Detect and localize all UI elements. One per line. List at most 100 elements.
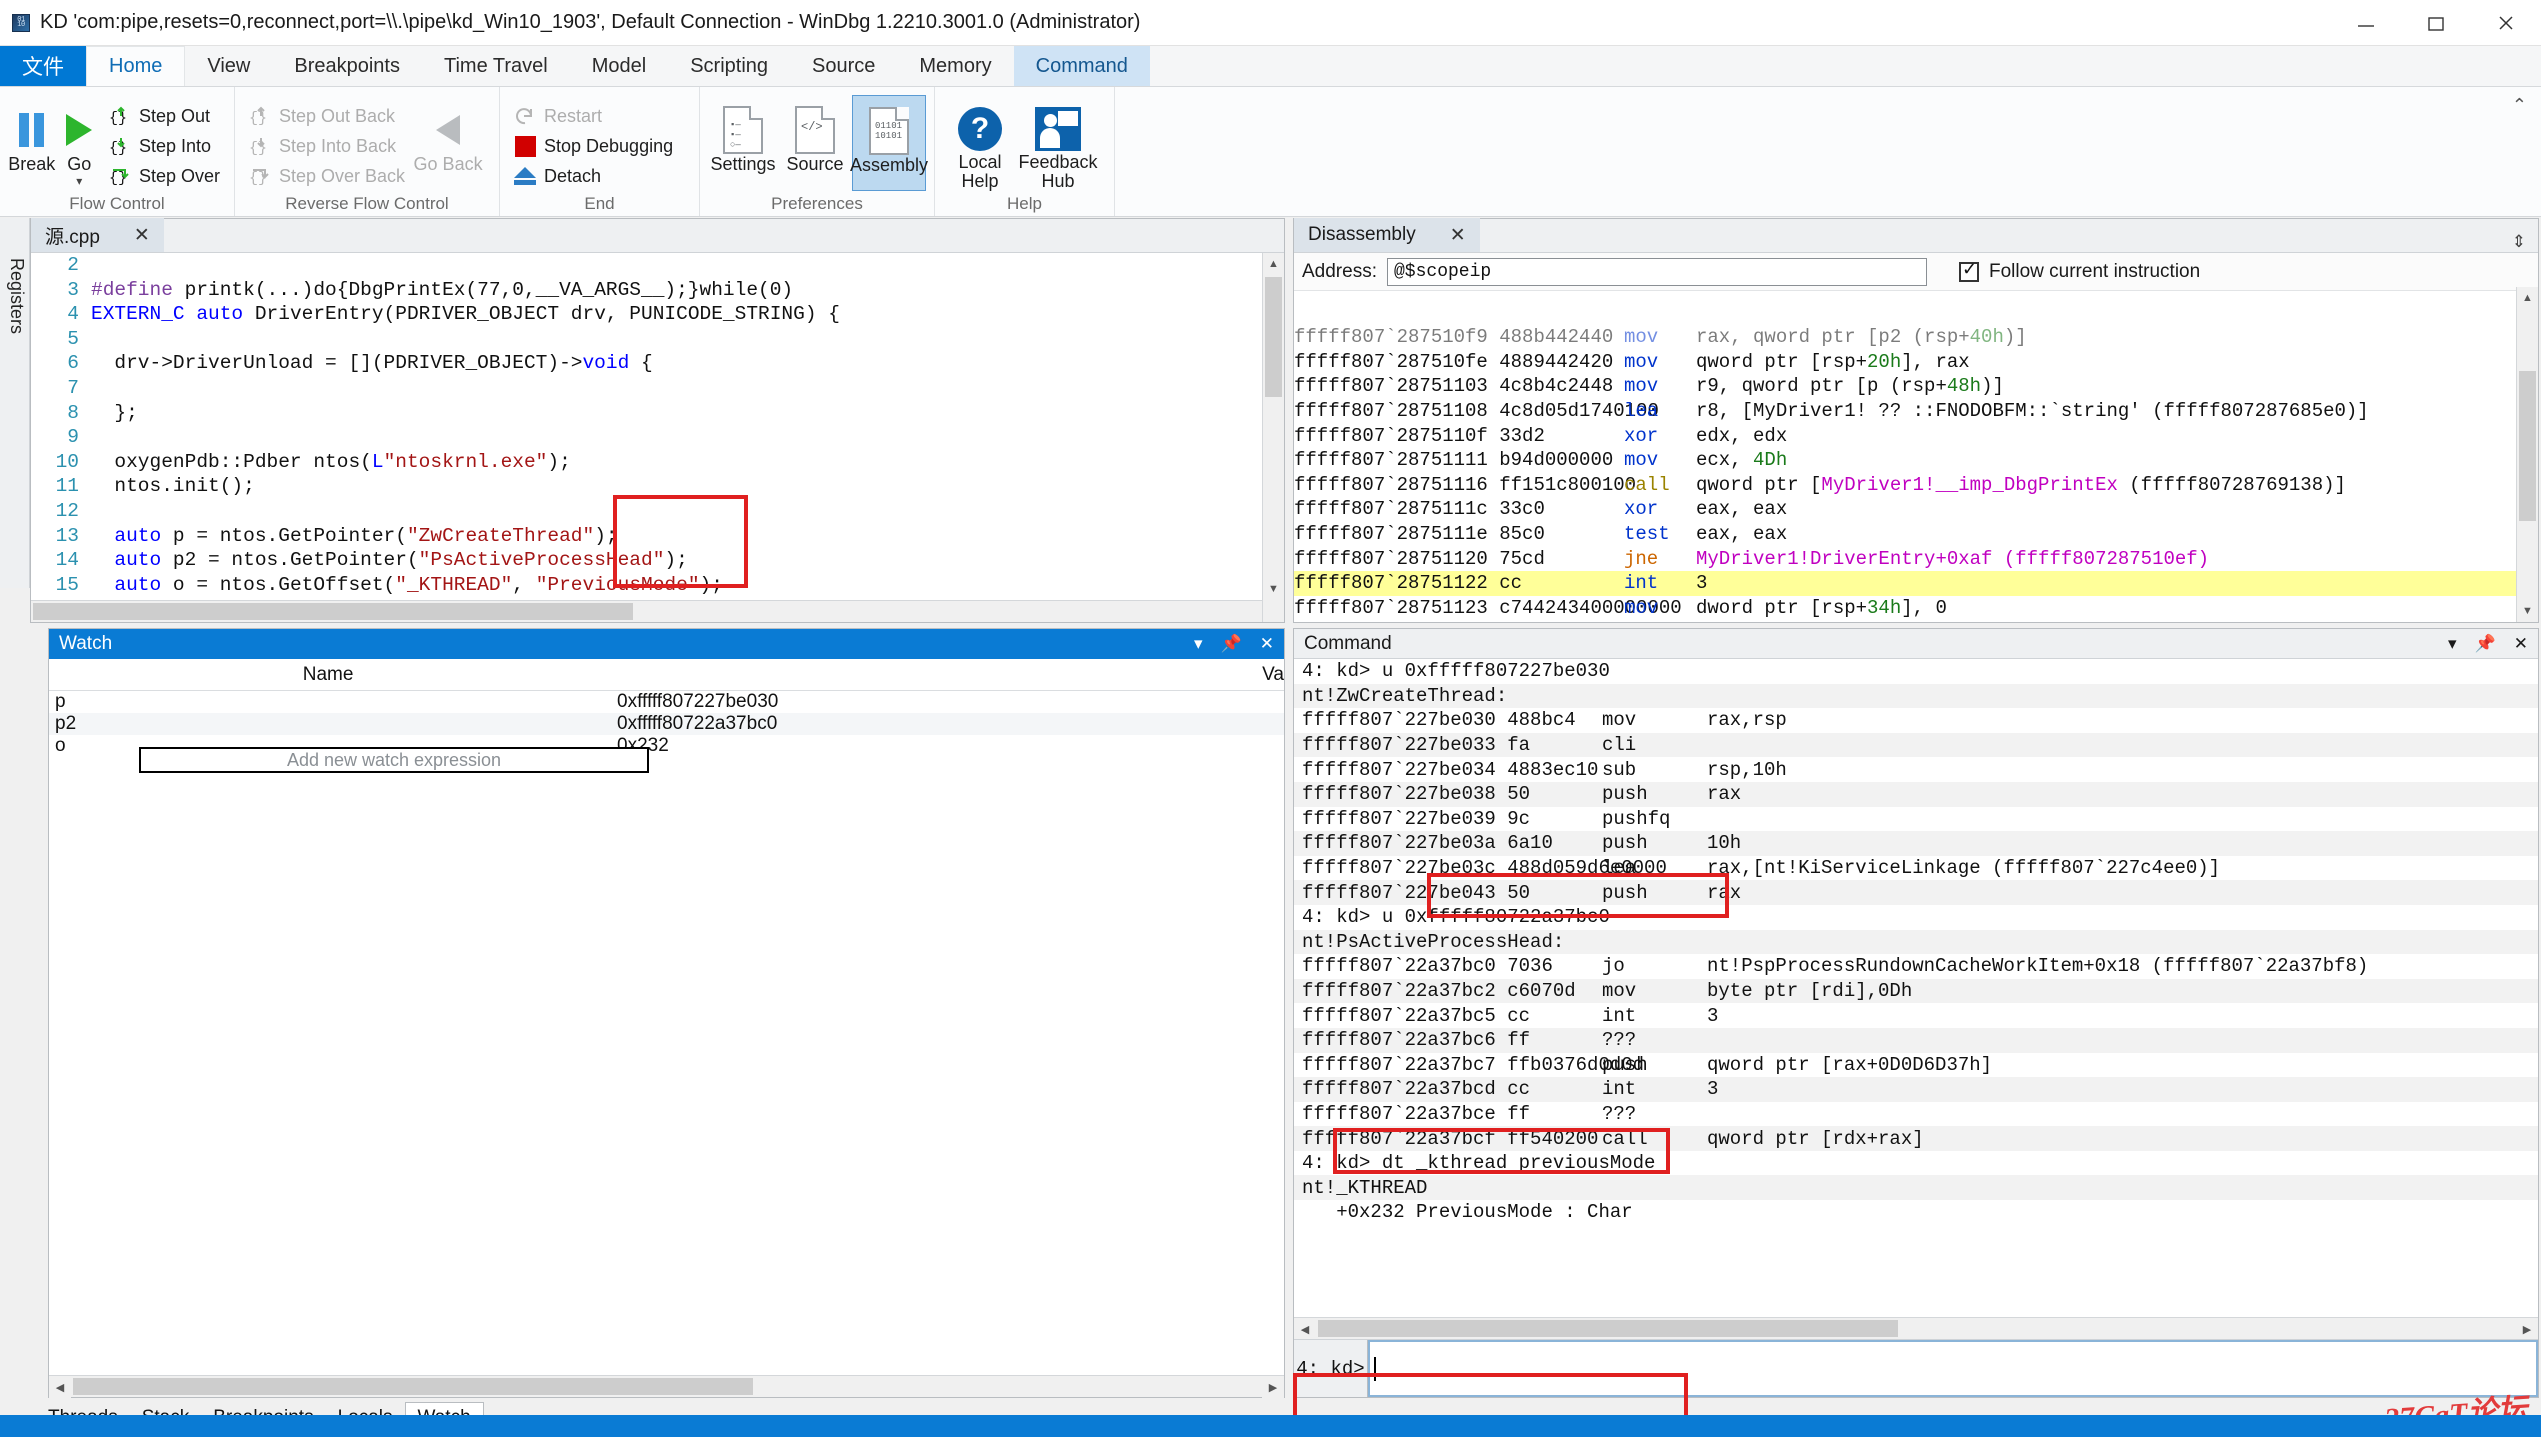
- command-output-line: fffff807`22a37bcf ff540200 call qword ptr …: [1294, 1126, 2538, 1151]
- panel-menu-icon[interactable]: ⇕: [2512, 232, 2538, 252]
- maximize-button[interactable]: [2401, 0, 2471, 45]
- feedback-hub-button[interactable]: Feedback Hub: [1018, 95, 1098, 191]
- step-over-back-button[interactable]: {} Step Over Back: [243, 161, 411, 191]
- disassembly-line[interactable]: fffff807`28751122 cc int 3: [1294, 570, 2516, 596]
- disassembly-line[interactable]: fffff807`28751111 b94d000000 mov ecx, 4Dh: [1294, 448, 2516, 473]
- command-horizontal-scrollbar[interactable]: ◀ ▶: [1294, 1317, 2538, 1340]
- restart-icon: [514, 105, 536, 127]
- go-dropdown-icon[interactable]: ▾: [76, 174, 82, 188]
- restart-button[interactable]: Restart: [508, 101, 679, 131]
- scroll-up-icon[interactable]: ▲: [2517, 287, 2538, 309]
- close-icon[interactable]: ✕: [1450, 224, 1466, 247]
- tab-file[interactable]: 文件: [0, 46, 86, 86]
- command-panel: Command ▾ 📌 ✕ 4: kd> u 0xfffff807227be03…: [1293, 628, 2539, 1398]
- tab-breakpoints[interactable]: Breakpoints: [272, 46, 422, 86]
- close-icon[interactable]: ✕: [1260, 634, 1274, 654]
- scroll-down-icon[interactable]: ▼: [2517, 600, 2538, 622]
- source-code-text[interactable]: #define printk(...)do{DbgPrintEx(77,0,__…: [91, 253, 1284, 622]
- chevron-down-icon[interactable]: ▾: [2448, 634, 2457, 654]
- pin-icon[interactable]: 📌: [1221, 634, 1242, 654]
- watch-row[interactable]: p 0xfffff807227be030: [49, 691, 1284, 713]
- chevron-down-icon[interactable]: ▾: [1194, 634, 1203, 654]
- source-code-area[interactable]: 2 3 4 5 6 7 8 9 10 11 12 13 14 15 16 #de…: [31, 253, 1284, 622]
- tab-scripting[interactable]: Scripting: [668, 46, 790, 86]
- disassembly-listing[interactable]: fffff807`287510f9 488b442440 mov rax, qwor…: [1294, 325, 2516, 622]
- disassembly-line[interactable]: fffff807`287510f9 488b442440 mov rax, qwor…: [1294, 325, 2516, 350]
- step-into-button[interactable]: {} Step Into: [103, 131, 226, 161]
- source-tab[interactable]: 源.cpp ✕: [31, 218, 164, 252]
- settings-label: Settings: [710, 154, 776, 174]
- scroll-left-icon[interactable]: ◀: [49, 1376, 71, 1398]
- go-label: Go: [67, 154, 92, 174]
- disassembly-line[interactable]: fffff807`28751103 4c8b4c2448 mov r9, qword…: [1294, 374, 2516, 399]
- pin-icon[interactable]: 📌: [2475, 634, 2496, 654]
- disassembly-line[interactable]: fffff807`28751116 ff151c800100 call qword …: [1294, 473, 2516, 498]
- tab-memory[interactable]: Memory: [897, 46, 1013, 86]
- tab-home[interactable]: Home: [86, 46, 186, 86]
- source-horizontal-scrollbar[interactable]: [31, 600, 1262, 622]
- step-out-back-button[interactable]: {} Step Out Back: [243, 101, 411, 131]
- settings-button[interactable]: ▪— ▪— ○— Settings: [708, 95, 778, 191]
- close-icon[interactable]: ✕: [2514, 634, 2528, 654]
- scroll-right-icon[interactable]: ▶: [2516, 1318, 2538, 1340]
- watch-horizontal-scrollbar[interactable]: ◀ ▶: [49, 1375, 1284, 1398]
- tab-view[interactable]: View: [185, 46, 272, 86]
- command-output[interactable]: 4: kd> u 0xfffff807227be030 nt!ZwCreateTh…: [1294, 659, 2538, 1309]
- step-over-button[interactable]: {} Step Over: [103, 161, 226, 191]
- tab-time-travel[interactable]: Time Travel: [422, 46, 570, 86]
- disassembly-line[interactable]: fffff807`28751123 c744243400000000 mov dwo…: [1294, 596, 2516, 621]
- stop-debugging-label: Stop Debugging: [544, 135, 674, 156]
- scroll-left-icon[interactable]: ◀: [1294, 1318, 1316, 1340]
- go-button[interactable]: Go ▾: [55, 95, 102, 191]
- detach-button[interactable]: Detach: [508, 161, 679, 191]
- scroll-right-icon[interactable]: ▶: [1262, 1376, 1284, 1398]
- watch-row[interactable]: p2 0xfffff80722a37bc0: [49, 713, 1284, 735]
- follow-current-instruction-checkbox[interactable]: [1958, 259, 1979, 282]
- source-pref-button[interactable]: </> Source: [780, 95, 850, 191]
- disassembly-line[interactable]: fffff807`28751120 75cd jne MyDriver1!Drive…: [1294, 546, 2516, 571]
- registers-dock-strip[interactable]: Registers: [0, 218, 30, 588]
- break-button[interactable]: Break: [8, 95, 55, 191]
- tab-source[interactable]: Source: [790, 46, 897, 86]
- source-vertical-scrollbar[interactable]: ▲ ▼: [1262, 253, 1284, 622]
- step-into-back-button[interactable]: {} Step Into Back: [243, 131, 411, 161]
- add-watch-expression-input[interactable]: Add new watch expression: [139, 747, 649, 773]
- step-into-back-label: Step Into Back: [279, 135, 397, 156]
- address-input[interactable]: [1386, 257, 1927, 286]
- step-over-icon: {}: [109, 165, 131, 187]
- registers-tab-label[interactable]: Registers: [6, 258, 27, 334]
- disassembly-line[interactable]: fffff807`28751108 4c8d05d1740100 lea r8, […: [1294, 399, 2516, 424]
- disassembly-line[interactable]: fffff807`2875111e 85c0 test eax, eax: [1294, 522, 2516, 547]
- assembly-pref-button[interactable]: 01101 10101 Assembly: [850, 95, 928, 191]
- scroll-down-icon[interactable]: ▼: [1263, 578, 1284, 600]
- step-into-label: Step Into: [138, 135, 211, 156]
- disassembly-line[interactable]: fffff807`2875112b 488d4c2450learcx, [nto…: [1294, 620, 2516, 622]
- step-over-back-icon: {}: [249, 165, 271, 187]
- command-output-line: fffff807`227be03c 488d059d6e0000 lea rax,[…: [1302, 857, 2221, 880]
- ribbon-collapse-icon[interactable]: ⌃: [2512, 95, 2527, 116]
- flow-control-group-label: Flow Control: [69, 193, 165, 213]
- tab-command[interactable]: Command: [1013, 46, 1150, 86]
- command-input-line: 4: kd> u 0xfffff807227be030: [1302, 660, 1610, 683]
- watch-panel-header: Watch ▾ 📌 ✕: [49, 629, 1284, 659]
- scroll-up-icon[interactable]: ▲: [1263, 253, 1284, 275]
- tab-model[interactable]: Model: [570, 46, 668, 86]
- close-button[interactable]: [2471, 0, 2541, 45]
- pause-icon: [19, 105, 45, 155]
- disassembly-line[interactable]: fffff807`2875110f 33d2 xor edx, edx: [1294, 423, 2516, 448]
- step-out-icon: {}: [109, 105, 131, 127]
- go-back-button[interactable]: Go Back: [411, 95, 485, 191]
- local-help-button[interactable]: ? Local Help: [943, 95, 1017, 191]
- stop-debugging-button[interactable]: Stop Debugging: [508, 131, 679, 161]
- step-out-button[interactable]: {} Step Out: [103, 101, 226, 131]
- disassembly-line[interactable]: fffff807`287510fe 4889442420 mov qword ptr…: [1294, 350, 2516, 375]
- command-output-line: +0x232 PreviousMode : Char: [1302, 1201, 1633, 1224]
- disassembly-line[interactable]: fffff807`2875111c 33c0 xor eax, eax: [1294, 497, 2516, 522]
- reverse-flow-small-buttons: {} Step Out Back {} Step Into Back {} St…: [243, 95, 411, 191]
- feedback-hub-icon: [1035, 105, 1081, 153]
- minimize-button[interactable]: [2331, 0, 2401, 45]
- close-icon[interactable]: ✕: [134, 224, 150, 247]
- command-input[interactable]: [1368, 1340, 2538, 1397]
- disassembly-vertical-scrollbar[interactable]: ▲ ▼: [2516, 287, 2538, 622]
- disassembly-tab[interactable]: Disassembly ✕: [1294, 218, 1480, 252]
